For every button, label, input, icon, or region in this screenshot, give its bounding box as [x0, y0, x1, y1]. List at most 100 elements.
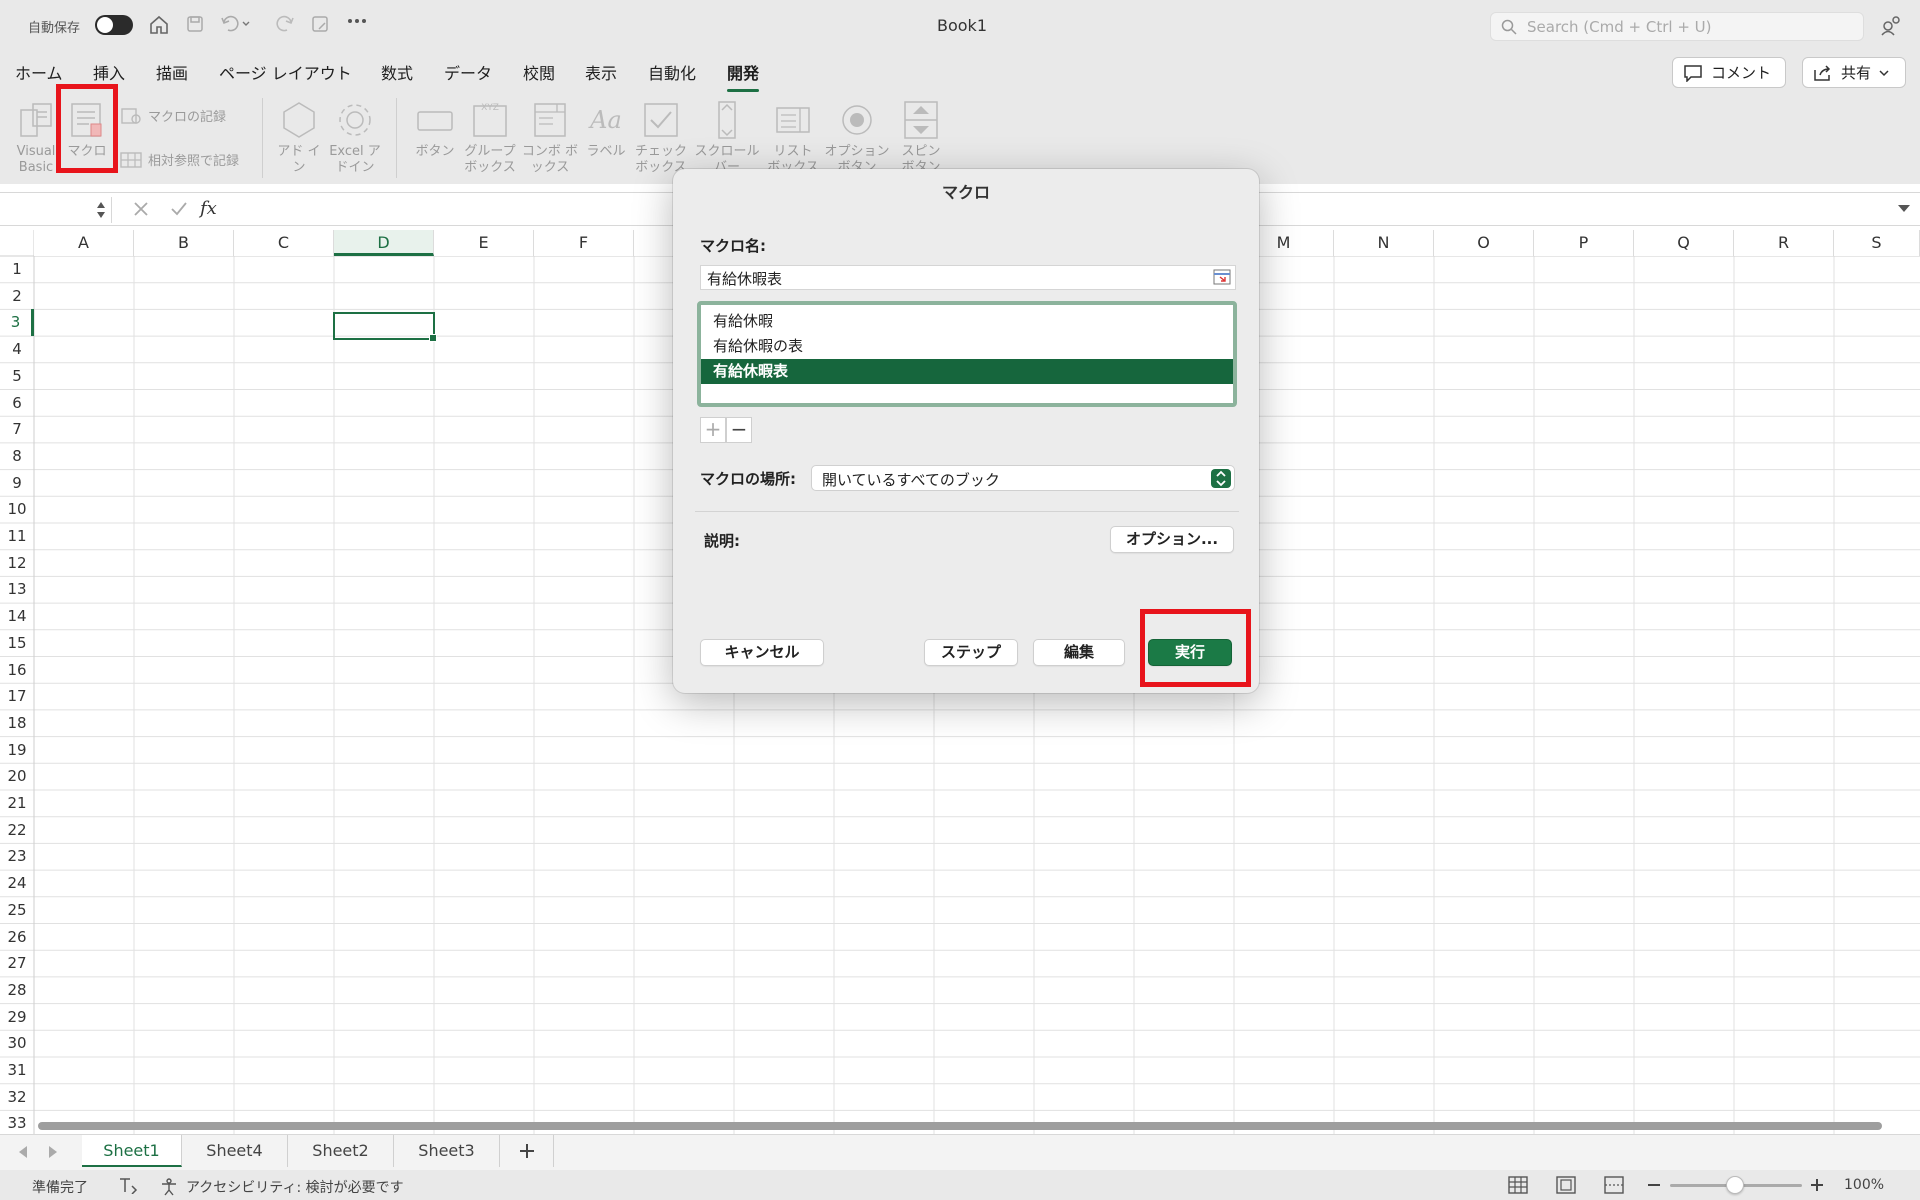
selected-cell[interactable]: [333, 312, 437, 342]
insert-function-icon[interactable]: fx: [200, 198, 217, 219]
comment-button[interactable]: コメント: [1672, 57, 1786, 88]
row-header[interactable]: 24: [0, 870, 34, 897]
column-header[interactable]: C: [234, 230, 334, 256]
row-header[interactable]: 1: [0, 256, 34, 283]
row-header[interactable]: 10: [0, 496, 34, 523]
spin-button-control[interactable]: スピン ボタン: [893, 100, 949, 180]
tab-page-layout[interactable]: ページ レイアウト: [219, 60, 352, 84]
step-button[interactable]: ステップ: [924, 639, 1018, 666]
excel-addin-button[interactable]: Excel アドイン: [325, 100, 385, 176]
sheet-tab-sheet4[interactable]: Sheet4: [182, 1135, 288, 1167]
label-control[interactable]: Aa ラベル: [582, 100, 630, 160]
zoom-out-icon[interactable]: [1648, 1183, 1660, 1187]
home-icon[interactable]: [148, 14, 170, 36]
tab-developer[interactable]: 開発: [727, 60, 760, 92]
macro-list[interactable]: 有給休暇 有給休暇の表 有給休暇表: [697, 301, 1237, 407]
row-header[interactable]: 5: [0, 363, 34, 390]
add-sheet-button[interactable]: [500, 1135, 554, 1167]
column-header[interactable]: N: [1334, 230, 1434, 256]
row-header[interactable]: 29: [0, 1004, 34, 1031]
scrollbar-control[interactable]: スクロール バー: [692, 100, 762, 180]
listbox-control[interactable]: リスト ボックス: [765, 100, 821, 180]
row-header[interactable]: 18: [0, 710, 34, 737]
row-header[interactable]: 27: [0, 950, 34, 977]
column-header[interactable]: O: [1434, 230, 1534, 256]
row-header[interactable]: 20: [0, 763, 34, 790]
undo-icon[interactable]: [220, 14, 250, 34]
search-input[interactable]: [1527, 17, 1857, 37]
name-box[interactable]: [2, 197, 112, 223]
page-break-view-icon[interactable]: [1604, 1176, 1624, 1194]
confirm-entry-icon[interactable]: [170, 201, 188, 217]
remove-macro-button[interactable]: −: [726, 417, 752, 443]
row-header[interactable]: 23: [0, 843, 34, 870]
sheet-tab-sheet2[interactable]: Sheet2: [288, 1135, 394, 1167]
cancel-button[interactable]: キャンセル: [700, 639, 824, 666]
column-header[interactable]: Q: [1634, 230, 1734, 256]
more-icon[interactable]: [347, 18, 367, 24]
zoom-slider-thumb[interactable]: [1726, 1176, 1744, 1194]
cell-mode-icon[interactable]: [118, 1176, 138, 1194]
column-header[interactable]: S: [1834, 230, 1920, 256]
row-header[interactable]: 14: [0, 603, 34, 630]
accessibility-status[interactable]: アクセシビリティ: 検討が必要です: [160, 1177, 404, 1197]
tab-draw[interactable]: 描画: [156, 60, 188, 84]
row-header[interactable]: 31: [0, 1057, 34, 1084]
macro-name-field[interactable]: 有給休暇表: [700, 265, 1236, 290]
row-header[interactable]: 11: [0, 523, 34, 550]
form-button-control[interactable]: ボタン: [410, 100, 460, 160]
column-header[interactable]: A: [34, 230, 134, 256]
visual-basic-button[interactable]: Visual Basic: [10, 100, 62, 176]
share-button[interactable]: 共有: [1802, 57, 1906, 88]
row-header[interactable]: 16: [0, 657, 34, 684]
row-header[interactable]: 21: [0, 790, 34, 817]
row-header[interactable]: 22: [0, 817, 34, 844]
tab-home[interactable]: ホーム: [15, 60, 63, 84]
sheet-tab-sheet3[interactable]: Sheet3: [394, 1135, 500, 1167]
cancel-entry-icon[interactable]: [133, 201, 149, 217]
add-macro-button[interactable]: +: [700, 417, 726, 443]
row-header[interactable]: 25: [0, 897, 34, 924]
redo-icon[interactable]: [275, 14, 295, 34]
edit-button[interactable]: 編集: [1033, 639, 1125, 666]
row-header[interactable]: 2: [0, 283, 34, 310]
row-header[interactable]: 28: [0, 977, 34, 1004]
autosave-toggle[interactable]: [95, 15, 133, 35]
row-header[interactable]: 32: [0, 1084, 34, 1111]
addin-button[interactable]: アド イン: [275, 100, 323, 176]
row-header[interactable]: 26: [0, 924, 34, 951]
row-header[interactable]: 8: [0, 443, 34, 470]
page-layout-view-icon[interactable]: [1556, 1176, 1576, 1194]
row-header[interactable]: 15: [0, 630, 34, 657]
column-header[interactable]: E: [434, 230, 534, 256]
options-button[interactable]: オプション...: [1110, 526, 1234, 553]
record-macro-button[interactable]: マクロの記録: [120, 106, 226, 125]
tab-automate[interactable]: 自動化: [648, 60, 696, 84]
zoom-level[interactable]: 100%: [1844, 1177, 1884, 1193]
row-header[interactable]: 17: [0, 683, 34, 710]
row-header[interactable]: 12: [0, 550, 34, 577]
tab-review[interactable]: 校閲: [523, 60, 555, 84]
row-header[interactable]: 4: [0, 336, 34, 363]
tab-data[interactable]: データ: [444, 60, 492, 84]
expand-formula-icon[interactable]: [1898, 205, 1910, 213]
macro-location-select[interactable]: 開いているすべてのブック: [811, 465, 1235, 491]
zoom-in-icon[interactable]: [1811, 1179, 1823, 1191]
macro-list-item[interactable]: 有給休暇の表: [701, 334, 1233, 359]
column-header[interactable]: B: [134, 230, 234, 256]
row-header[interactable]: 13: [0, 576, 34, 603]
save-icon[interactable]: [185, 14, 205, 34]
tab-view[interactable]: 表示: [585, 60, 617, 84]
column-header[interactable]: D: [334, 230, 434, 256]
next-sheet-icon[interactable]: [48, 1146, 58, 1158]
macro-list-item-selected[interactable]: 有給休暇表: [701, 359, 1233, 384]
prev-sheet-icon[interactable]: [18, 1146, 28, 1158]
row-header[interactable]: 9: [0, 470, 34, 497]
groupbox-control[interactable]: XYZ グループ ボックス: [460, 100, 520, 176]
range-select-icon[interactable]: [1213, 269, 1231, 285]
collaborate-icon[interactable]: [1880, 14, 1904, 36]
row-header[interactable]: 3: [0, 309, 34, 337]
tab-insert[interactable]: 挿入: [93, 60, 125, 84]
column-header[interactable]: F: [534, 230, 634, 256]
checkbox-control[interactable]: チェック ボックス: [633, 100, 689, 180]
